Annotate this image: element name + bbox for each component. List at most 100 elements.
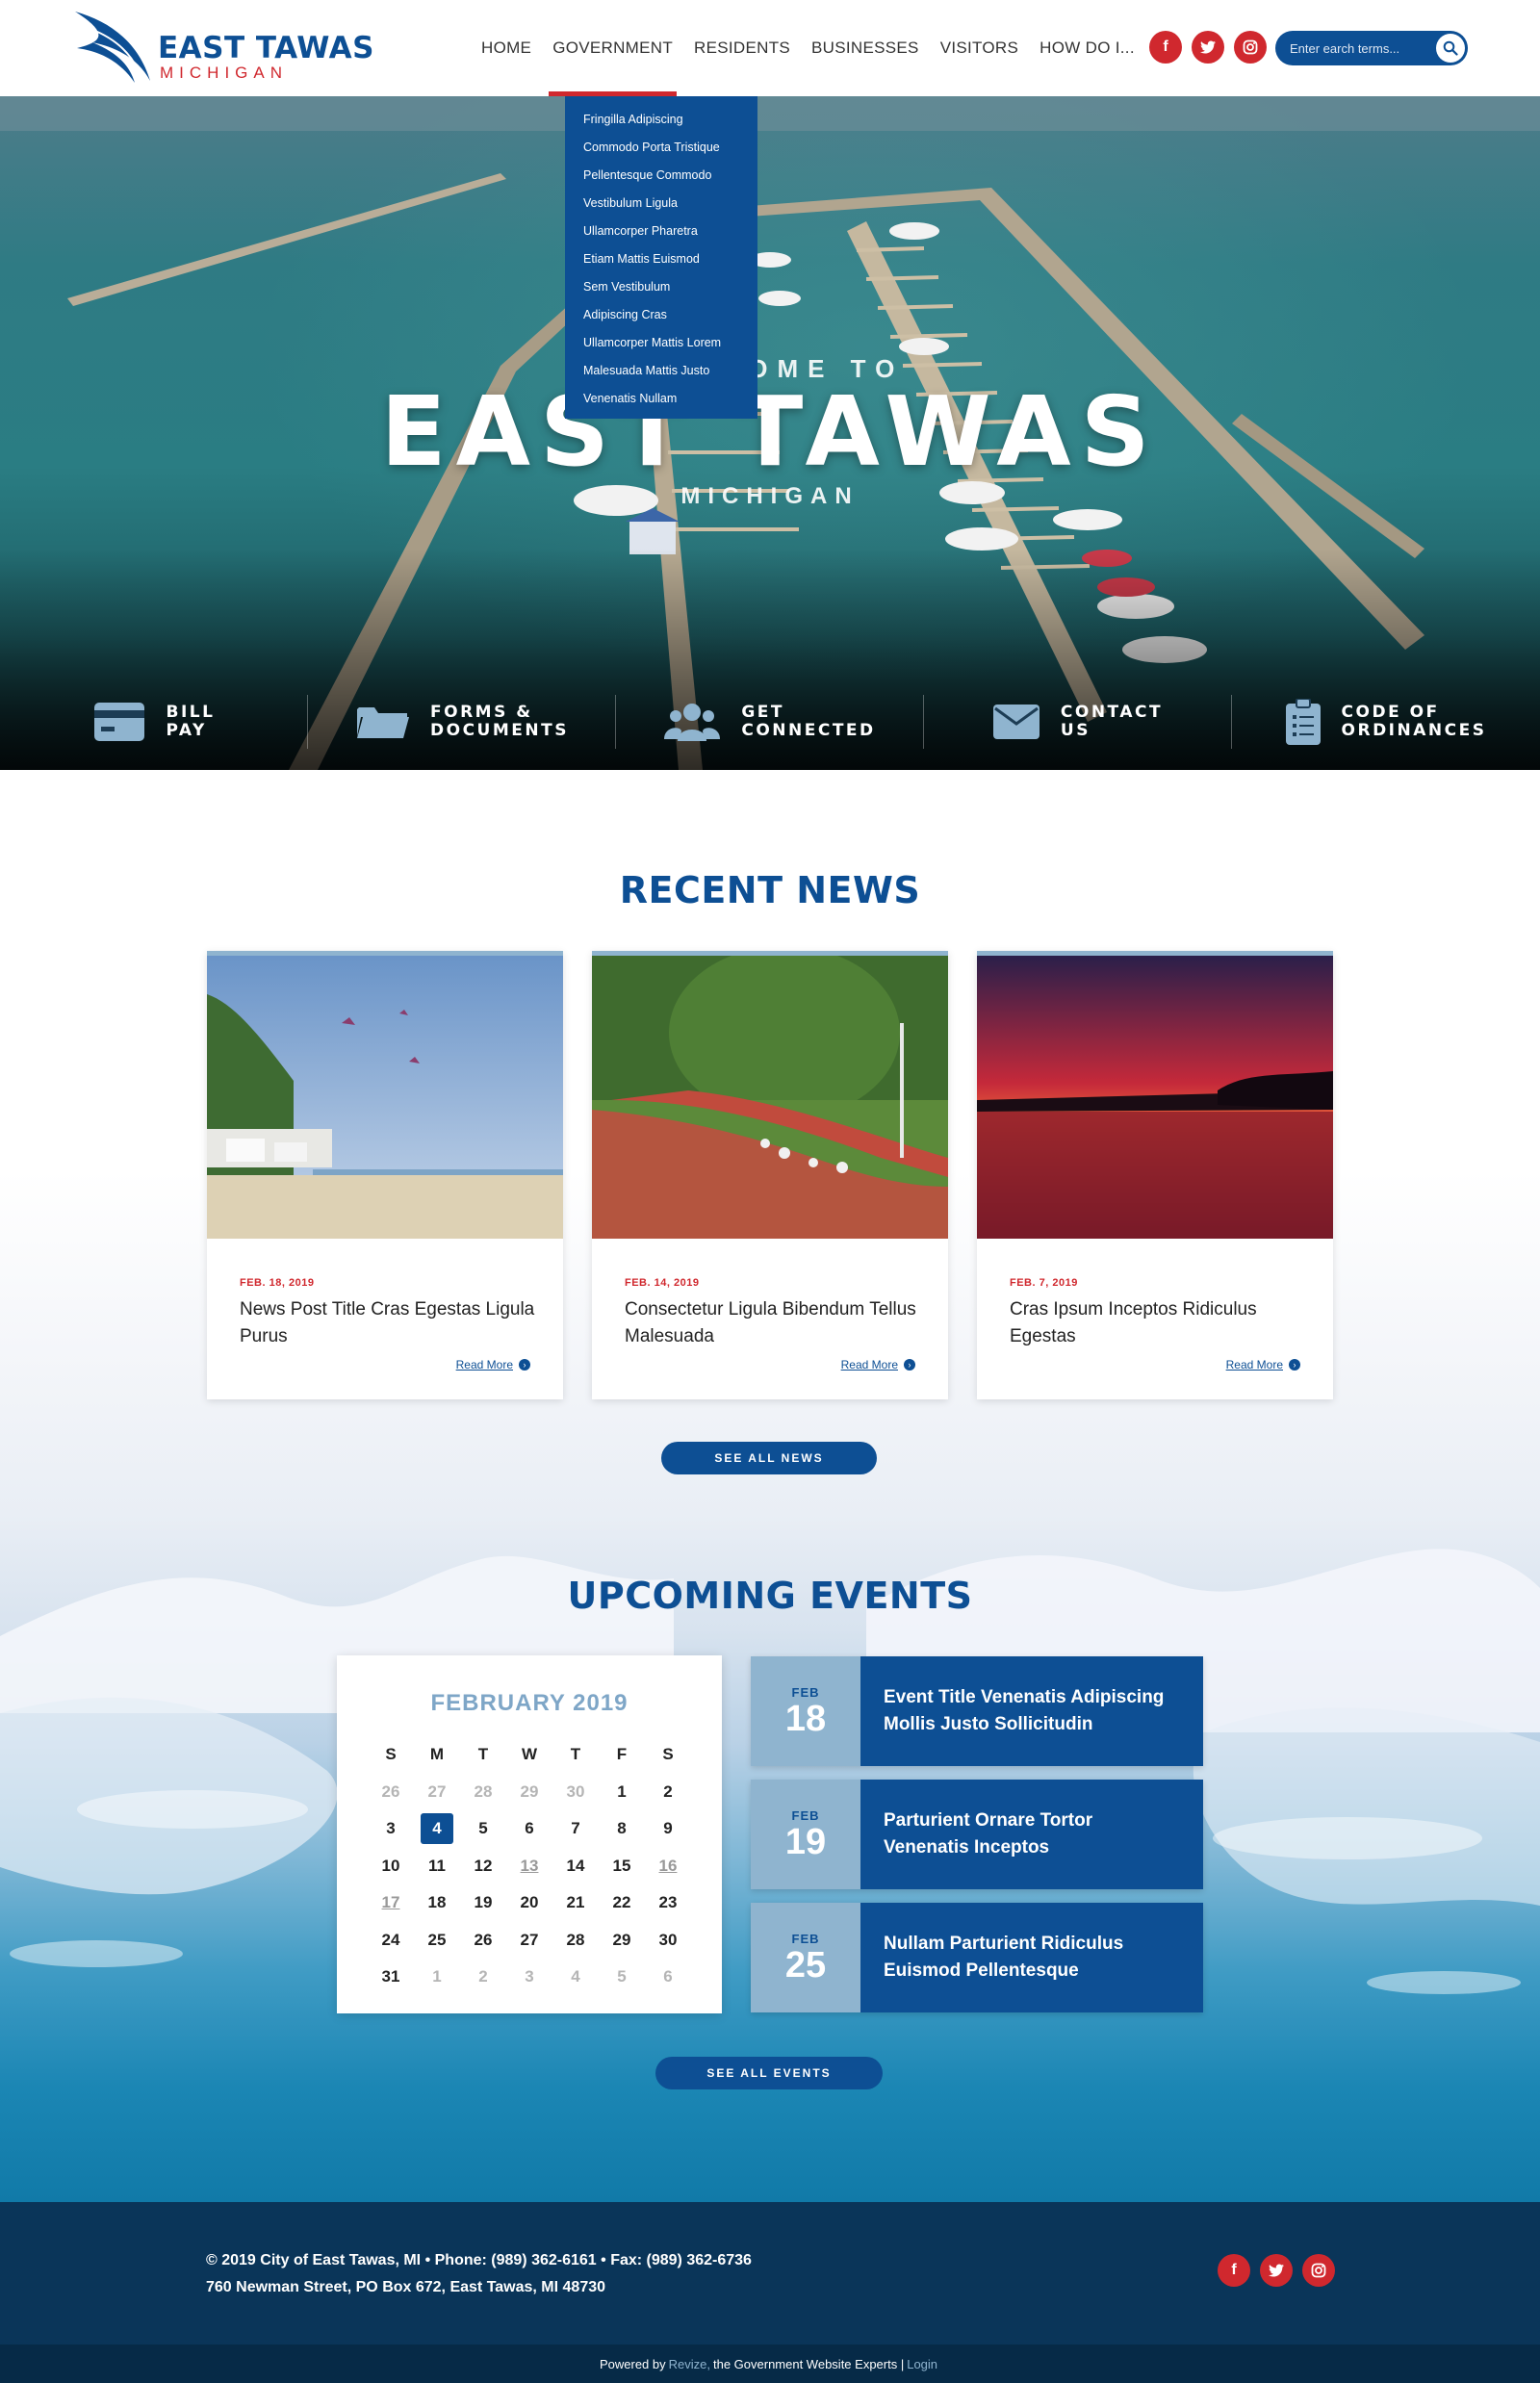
calendar-day[interactable]: 23 [645,1884,691,1922]
calendar-day[interactable]: 18 [414,1884,460,1922]
quick-link-code-of-ordinances[interactable]: CODE OF ORDINANCES [1232,674,1540,770]
dropdown-item[interactable]: Adipiscing Cras [565,301,757,329]
calendar-day-today[interactable]: 4 [414,1810,460,1848]
calendar-day-with-event[interactable]: 13 [506,1848,552,1885]
nav-how-do-i[interactable]: HOW DO I... [1040,0,1135,96]
calendar-day-with-event[interactable]: 17 [368,1884,414,1922]
calendar-day[interactable]: 12 [460,1848,506,1885]
nav-visitors[interactable]: VISITORS [940,0,1018,96]
dropdown-item[interactable]: Pellentesque Commodo [565,162,757,190]
search-button[interactable] [1436,34,1465,63]
calendar-day[interactable]: 26 [460,1922,506,1960]
calendar-day[interactable]: 29 [599,1922,645,1960]
main-nav: HOME GOVERNMENT RESIDENTS BUSINESSES VIS… [481,0,1156,96]
calendar-day-other-month: 4 [571,1967,580,1986]
dropdown-item[interactable]: Etiam Mattis Euismod [565,245,757,273]
calendar-day[interactable]: 5 [460,1810,506,1848]
twitter-icon[interactable] [1260,2254,1293,2287]
dropdown-item[interactable]: Ullamcorper Mattis Lorem [565,329,757,357]
read-more-link[interactable]: Read More › [1226,1358,1300,1371]
calendar-day[interactable]: 19 [460,1884,506,1922]
event-item[interactable]: FEB 25 Nullam Parturient Ridiculus Euismo… [751,1903,1203,2012]
event-item[interactable]: FEB 19 Parturient Ornare Tortor Venenatis… [751,1780,1203,1889]
dropdown-item[interactable]: Sem Vestibulum [565,273,757,301]
envelope-icon [992,705,1040,739]
facebook-icon[interactable]: f [1149,31,1182,64]
quick-link-contact-us[interactable]: CONTACT US [924,674,1232,770]
calendar-day-other-month: 28 [474,1781,493,1801]
calendar-day[interactable]: 6 [506,1810,552,1848]
nav-residents[interactable]: RESIDENTS [694,0,790,96]
facebook-icon[interactable]: f [1218,2254,1250,2287]
nav-home[interactable]: HOME [481,0,531,96]
news-title[interactable]: Consectetur Ligula Bibendum Tellus Males… [625,1296,923,1350]
dropdown-item[interactable]: Fringilla Adipiscing [565,106,757,134]
dropdown-item[interactable]: Malesuada Mattis Justo [565,357,757,385]
calendar-day[interactable]: 2 [645,1774,691,1811]
twitter-icon[interactable] [1192,31,1224,64]
news-title[interactable]: Cras Ipsum Inceptos Ridiculus Egestas [1010,1296,1308,1350]
event-title[interactable]: Parturient Ornare Tortor Venenatis Incep… [860,1780,1203,1889]
login-link[interactable]: Login [907,2357,937,2371]
site-logo[interactable]: EAST TAWAS MICHIGAN [71,10,379,89]
calendar-day[interactable]: 3 [368,1810,414,1848]
weekday-label: M [429,1745,445,1764]
calendar-day-other-month: 6 [663,1967,673,1986]
calendar-day[interactable]: 7 [552,1810,599,1848]
news-card[interactable]: FEB. 14, 2019 Consectetur Ligula Bibendu… [592,951,948,1399]
dropdown-item[interactable]: Vestibulum Ligula [565,190,757,218]
quick-link-label: CODE OF ORDINANCES [1341,703,1487,740]
quick-link-forms-documents[interactable]: FORMS & DOCUMENTS [308,674,616,770]
see-all-events-button[interactable]: SEE ALL EVENTS [655,2057,883,2089]
news-title[interactable]: News Post Title Cras Egestas Ligula Puru… [240,1296,538,1350]
calendar-day[interactable]: 24 [368,1922,414,1960]
dropdown-item[interactable]: Commodo Porta Tristique [565,134,757,162]
wing-logo-icon [75,12,150,83]
quick-link-label: CONTACT US [1060,703,1164,740]
news-card[interactable]: FEB. 18, 2019 News Post Title Cras Egest… [207,951,563,1399]
calendar-day[interactable]: 20 [506,1884,552,1922]
calendar-day[interactable]: 1 [599,1774,645,1811]
instagram-icon[interactable] [1234,31,1267,64]
event-date: FEB 25 [751,1903,860,2012]
calendar-day[interactable]: 31 [368,1959,414,1996]
nav-businesses[interactable]: BUSINESSES [811,0,919,96]
calendar-day[interactable]: 15 [599,1848,645,1885]
footer-social-links: f [1218,2254,1335,2287]
calendar-day[interactable]: 25 [414,1922,460,1960]
news-date: FEB. 14, 2019 [625,1277,700,1289]
calendar-day-other-month: 1 [432,1967,442,1986]
calendar-day-other-month: 2 [478,1967,488,1986]
nav-government[interactable]: GOVERNMENT [549,0,677,96]
calendar-day-other-month: 30 [566,1781,585,1801]
read-more-label: Read More [455,1358,513,1371]
quick-link-get-connected[interactable]: GET CONNECTED [616,674,924,770]
quick-link-bill-pay[interactable]: BILL PAY [0,674,308,770]
calendar-day[interactable]: 10 [368,1848,414,1885]
news-card[interactable]: FEB. 7, 2019 Cras Ipsum Inceptos Ridicul… [977,951,1333,1399]
calendar-day[interactable]: 11 [414,1848,460,1885]
calendar-day[interactable]: 14 [552,1848,599,1885]
revize-link[interactable]: Revize, [669,2357,710,2371]
dropdown-item[interactable]: Ullamcorper Pharetra [565,218,757,245]
event-day: 19 [784,1821,827,1862]
calendar-day[interactable]: 30 [645,1922,691,1960]
calendar-day[interactable]: 8 [599,1810,645,1848]
event-item[interactable]: FEB 18 Event Title Venenatis Adipiscing M… [751,1656,1203,1766]
calendar-day-with-event[interactable]: 16 [645,1848,691,1885]
see-all-news-button[interactable]: SEE ALL NEWS [661,1442,877,1474]
event-title[interactable]: Event Title Venenatis Adipiscing Mollis … [860,1656,1203,1766]
calendar-day[interactable]: 28 [552,1922,599,1960]
dropdown-item[interactable]: Venenatis Nullam [565,385,757,413]
calendar-day[interactable]: 22 [599,1884,645,1922]
read-more-link[interactable]: Read More › [456,1358,530,1371]
event-title[interactable]: Nullam Parturient Ridiculus Euismod Pell… [860,1903,1203,2012]
calendar-day[interactable]: 21 [552,1884,599,1922]
instagram-icon[interactable] [1302,2254,1335,2287]
calendar-day[interactable]: 9 [645,1810,691,1848]
calendar-day[interactable]: 27 [506,1922,552,1960]
read-more-link[interactable]: Read More › [841,1358,915,1371]
search-input[interactable] [1290,40,1424,56]
powered-by-bar: Powered by Revize, the Government Websit… [0,2345,1540,2383]
calendar-day-other-month: 29 [520,1781,539,1801]
